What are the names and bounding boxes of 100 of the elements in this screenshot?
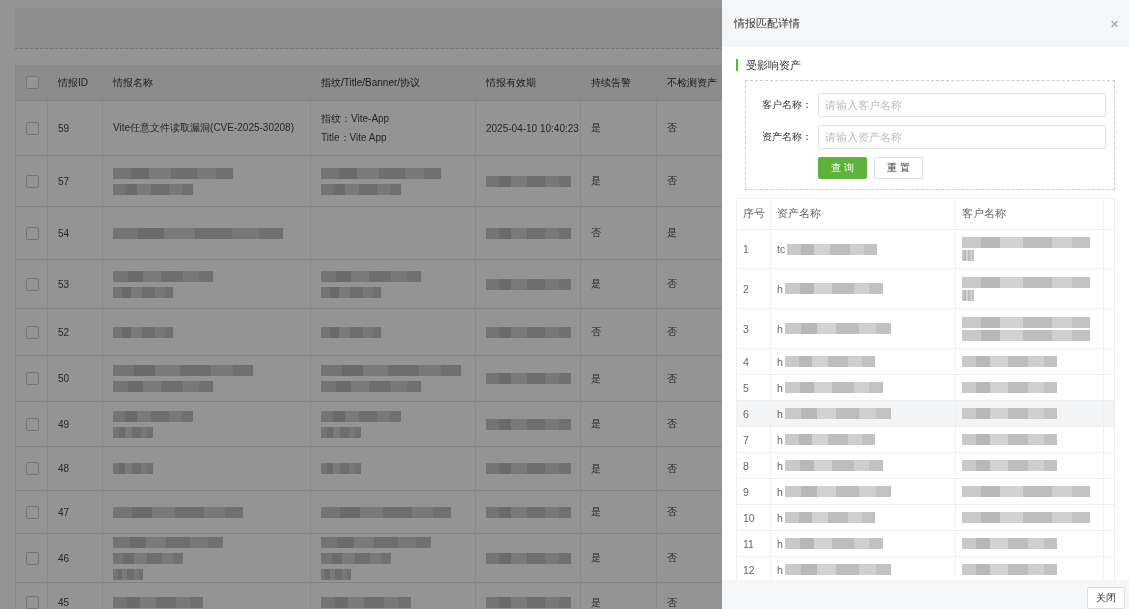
column-header: 情报ID [58,75,88,90]
table-cell-text: 12 [743,563,755,576]
column-header: 情报名称 [113,75,153,90]
input-field[interactable]: 请输入客户名称 [818,93,1106,117]
redacted-text [113,426,153,438]
redacted-text [321,426,361,438]
table-row[interactable]: 9 h [737,479,1114,505]
field-label: 客户名称： [761,98,812,112]
row-checkbox[interactable] [26,325,39,339]
table-cell-text: 54 [58,227,70,239]
row-checkbox[interactable] [26,226,39,240]
row-checkbox[interactable] [26,462,39,475]
select-all-checkbox[interactable] [26,76,39,89]
table-cell-text: 7 [743,433,749,446]
table-cell-text: 48 [58,463,70,474]
redacted-text [113,463,153,474]
table-cell-text: 否 [667,417,677,431]
table-row[interactable]: 3 h [737,309,1114,349]
table-cell-text: 是 [667,226,677,240]
redacted-text [113,286,173,298]
table-cell-text: h [777,511,783,524]
column-header: 序号 [743,207,765,221]
table-cell-text: 4 [743,355,749,368]
table-cell-text: Title：Vite App [321,130,387,145]
table-cell-text: 2 [743,282,749,295]
table-cell-text: 否 [667,505,677,519]
row-checkbox[interactable] [26,277,39,291]
row-checkbox[interactable] [26,505,39,519]
table-cell-text: 47 [58,506,70,518]
table-cell-text: 是 [591,551,601,565]
table-cell-text: 52 [58,326,70,338]
table-cell-text: 否 [667,461,677,476]
close-button[interactable]: 关闭 [1087,587,1125,609]
table-cell-text: 57 [58,175,70,187]
table-cell-text: 是 [591,277,601,291]
row-checkbox[interactable] [26,551,39,565]
table-cell-text: h [777,407,783,420]
table-cell-text: 11 [743,537,754,550]
table-cell-text: 46 [58,552,70,564]
input-field[interactable]: 请输入资产名称 [818,125,1106,149]
row-checkbox[interactable] [26,121,39,135]
table-row[interactable]: 2 h [737,269,1114,309]
table-cell-text: h [777,563,783,576]
table-row[interactable]: 11 h [737,531,1114,557]
table-row[interactable]: 7 h [737,427,1114,453]
redacted-text [113,552,183,564]
table-cell-text: 8 [743,459,749,472]
column-header: 资产名称 [777,207,821,221]
table-cell-text: 否 [667,174,677,188]
column-header: 持续告警 [591,75,631,90]
table-row[interactable]: 10 h [737,505,1114,531]
table-row[interactable]: 4 h [737,349,1114,375]
reset-button[interactable]: 重 置 [873,157,923,179]
table-cell-text: 59 [58,122,70,134]
row-checkbox[interactable] [26,417,39,431]
table-row[interactable]: 1 tc [737,230,1114,269]
row-checkbox[interactable] [26,174,39,188]
redacted-text [321,286,381,298]
redacted-text [962,250,974,261]
table-cell-text: 否 [667,595,677,609]
table-cell-text: 6 [743,407,749,420]
table-cell-text: 是 [591,174,601,188]
table-cell-text: 否 [667,121,677,135]
table-cell-text: h [777,485,783,498]
table-cell-text: h [777,282,783,295]
table-cell-text: 是 [591,417,601,431]
column-header: 不检测资产 [667,75,717,90]
section-title: 受影响资产 [736,59,801,71]
table-cell-text: 否 [667,277,677,291]
table-cell-text: 53 [58,278,70,290]
table-cell-text: 3 [743,322,749,335]
table-cell-text: 是 [591,121,601,135]
table-cell-text: 9 [743,485,749,498]
table-cell-text: h [777,355,783,368]
table-cell-text: h [777,459,783,472]
row-checkbox[interactable] [26,372,39,385]
table-cell-text: 是 [591,595,601,609]
row-checkbox[interactable] [26,596,39,609]
redacted-text [321,463,361,474]
table-cell-text: 49 [58,418,70,430]
drawer-title: 情报匹配详情 [734,16,800,31]
column-header: 客户名称 [962,207,1006,221]
table-cell-text: 1 [743,243,749,255]
column-header: 指纹/Title/Banner/协议 [321,75,421,90]
table-row[interactable]: 8 h [737,453,1114,479]
table-row[interactable]: 5 h [737,375,1114,401]
table-cell-text: 指纹：Vite-App [321,111,390,126]
redacted-text [113,568,143,580]
redacted-text [113,326,173,338]
table-cell-text: 10 [743,511,755,524]
table-cell-text: 50 [58,373,70,384]
table-cell-text: 是 [591,371,601,386]
table-cell-text: 是 [591,461,601,476]
column-header: 情报有效期 [486,75,536,90]
table-cell-text: 是 [591,505,601,519]
redacted-text [321,568,351,580]
table-cell-text: 2025-04-10 10:40:23 [486,122,579,134]
table-cell-text: h [777,322,783,335]
redacted-text [321,326,381,338]
table-row[interactable]: 6 h [737,401,1114,427]
